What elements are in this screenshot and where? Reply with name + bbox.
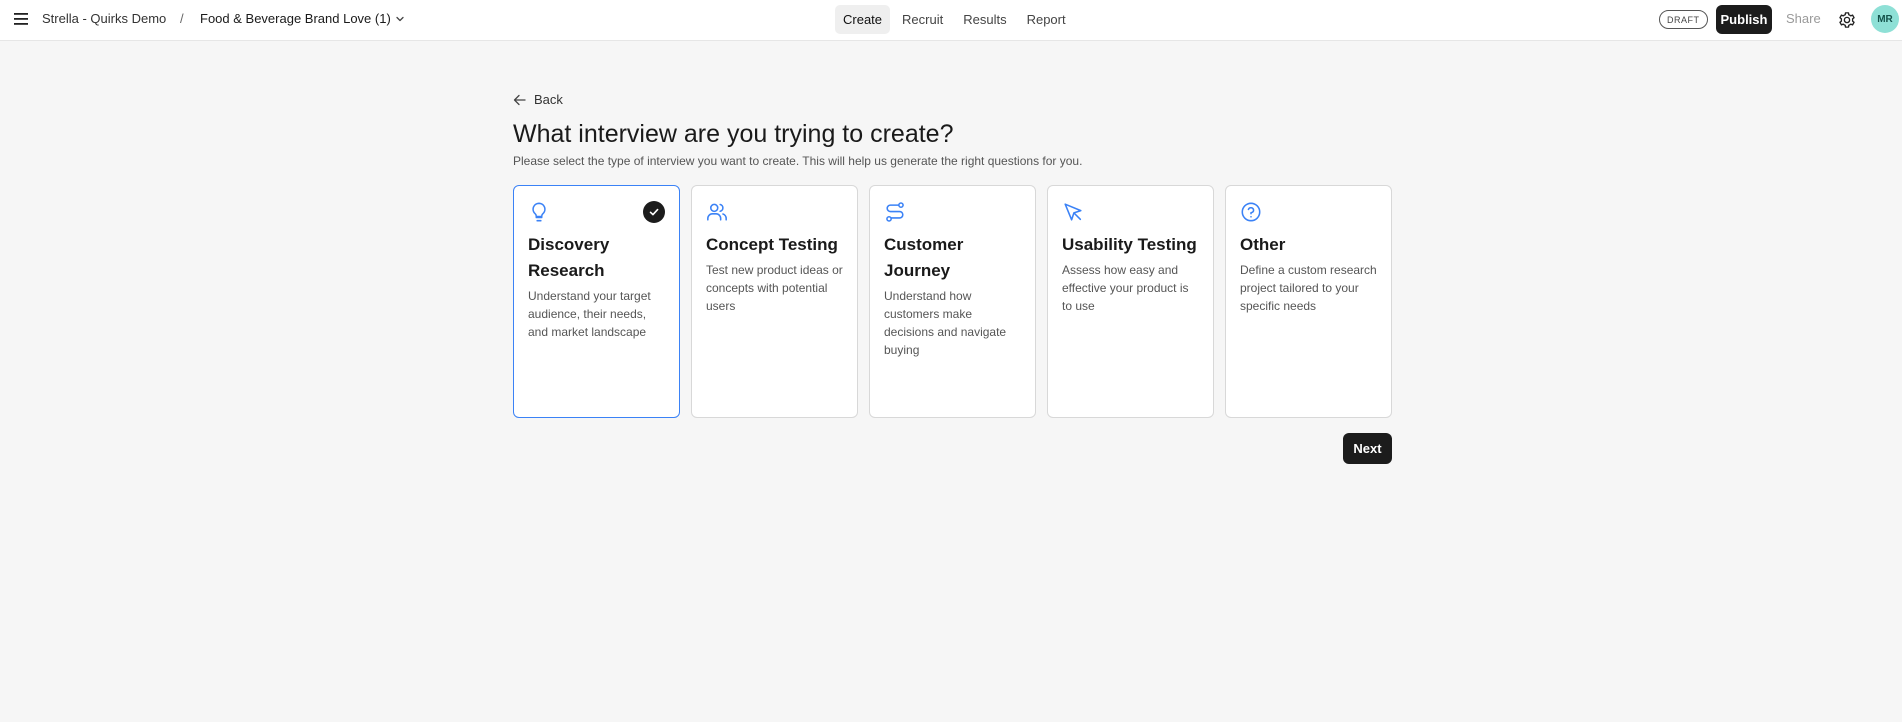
chevron-down-icon bbox=[396, 16, 404, 21]
route-icon bbox=[886, 202, 904, 222]
tab-create[interactable]: Create bbox=[835, 5, 891, 34]
option-description: Understand your target audience, their n… bbox=[528, 289, 651, 339]
main-nav: Create Recruit Results Report bbox=[835, 5, 1074, 34]
option-description: Understand how customers make decisions … bbox=[884, 289, 1007, 357]
tab-report[interactable]: Report bbox=[1019, 5, 1074, 34]
option-title: Usability Testing bbox=[1062, 235, 1197, 254]
study-name: Food & Beverage Brand Love (1) bbox=[200, 11, 391, 26]
breadcrumb-project[interactable]: Strella - Quirks Demo bbox=[42, 11, 166, 26]
status-badge: DRAFT bbox=[1659, 10, 1708, 29]
top-bar: Strella - Quirks Demo / Food & Beverage … bbox=[0, 0, 1902, 41]
publish-button[interactable]: Publish bbox=[1716, 5, 1772, 34]
lightbulb-icon bbox=[532, 202, 546, 222]
option-card-other[interactable]: Other Define a custom research project t… bbox=[1225, 185, 1392, 418]
option-title: Discovery Research bbox=[528, 235, 610, 280]
next-button[interactable]: Next bbox=[1343, 433, 1392, 464]
option-description: Test new product ideas or concepts with … bbox=[706, 263, 843, 313]
arrow-left-icon bbox=[513, 94, 526, 105]
tab-recruit[interactable]: Recruit bbox=[894, 5, 951, 34]
help-circle-icon bbox=[1241, 202, 1261, 222]
option-card-concept-testing[interactable]: Concept Testing Test new product ideas o… bbox=[691, 185, 858, 418]
option-title: Other bbox=[1240, 235, 1286, 254]
cursor-icon bbox=[1064, 203, 1082, 221]
back-button[interactable]: Back bbox=[513, 92, 563, 107]
users-icon bbox=[707, 203, 727, 221]
check-circle-icon bbox=[643, 201, 665, 223]
option-title: Concept Testing bbox=[706, 235, 838, 254]
avatar[interactable]: MR bbox=[1871, 5, 1899, 33]
study-selector[interactable]: Food & Beverage Brand Love (1) bbox=[200, 11, 405, 26]
option-card-discovery-research[interactable]: Discovery Research Understand your targe… bbox=[513, 185, 680, 418]
option-description: Define a custom research project tailore… bbox=[1240, 263, 1377, 313]
option-description: Assess how easy and effective your produ… bbox=[1062, 263, 1189, 313]
back-label: Back bbox=[534, 92, 563, 107]
menu-icon[interactable] bbox=[13, 11, 29, 27]
page-title: What interview are you trying to create? bbox=[513, 120, 954, 148]
breadcrumb-separator: / bbox=[180, 11, 184, 26]
tab-results[interactable]: Results bbox=[955, 5, 1014, 34]
share-button[interactable]: Share bbox=[1786, 11, 1821, 26]
option-title: Customer Journey bbox=[884, 235, 964, 280]
interview-type-options: Discovery Research Understand your targe… bbox=[513, 185, 1392, 418]
page-subtitle: Please select the type of interview you … bbox=[513, 154, 1083, 168]
gear-icon[interactable] bbox=[1838, 11, 1856, 29]
option-card-usability-testing[interactable]: Usability Testing Assess how easy and ef… bbox=[1047, 185, 1214, 418]
option-card-customer-journey[interactable]: Customer Journey Understand how customer… bbox=[869, 185, 1036, 418]
